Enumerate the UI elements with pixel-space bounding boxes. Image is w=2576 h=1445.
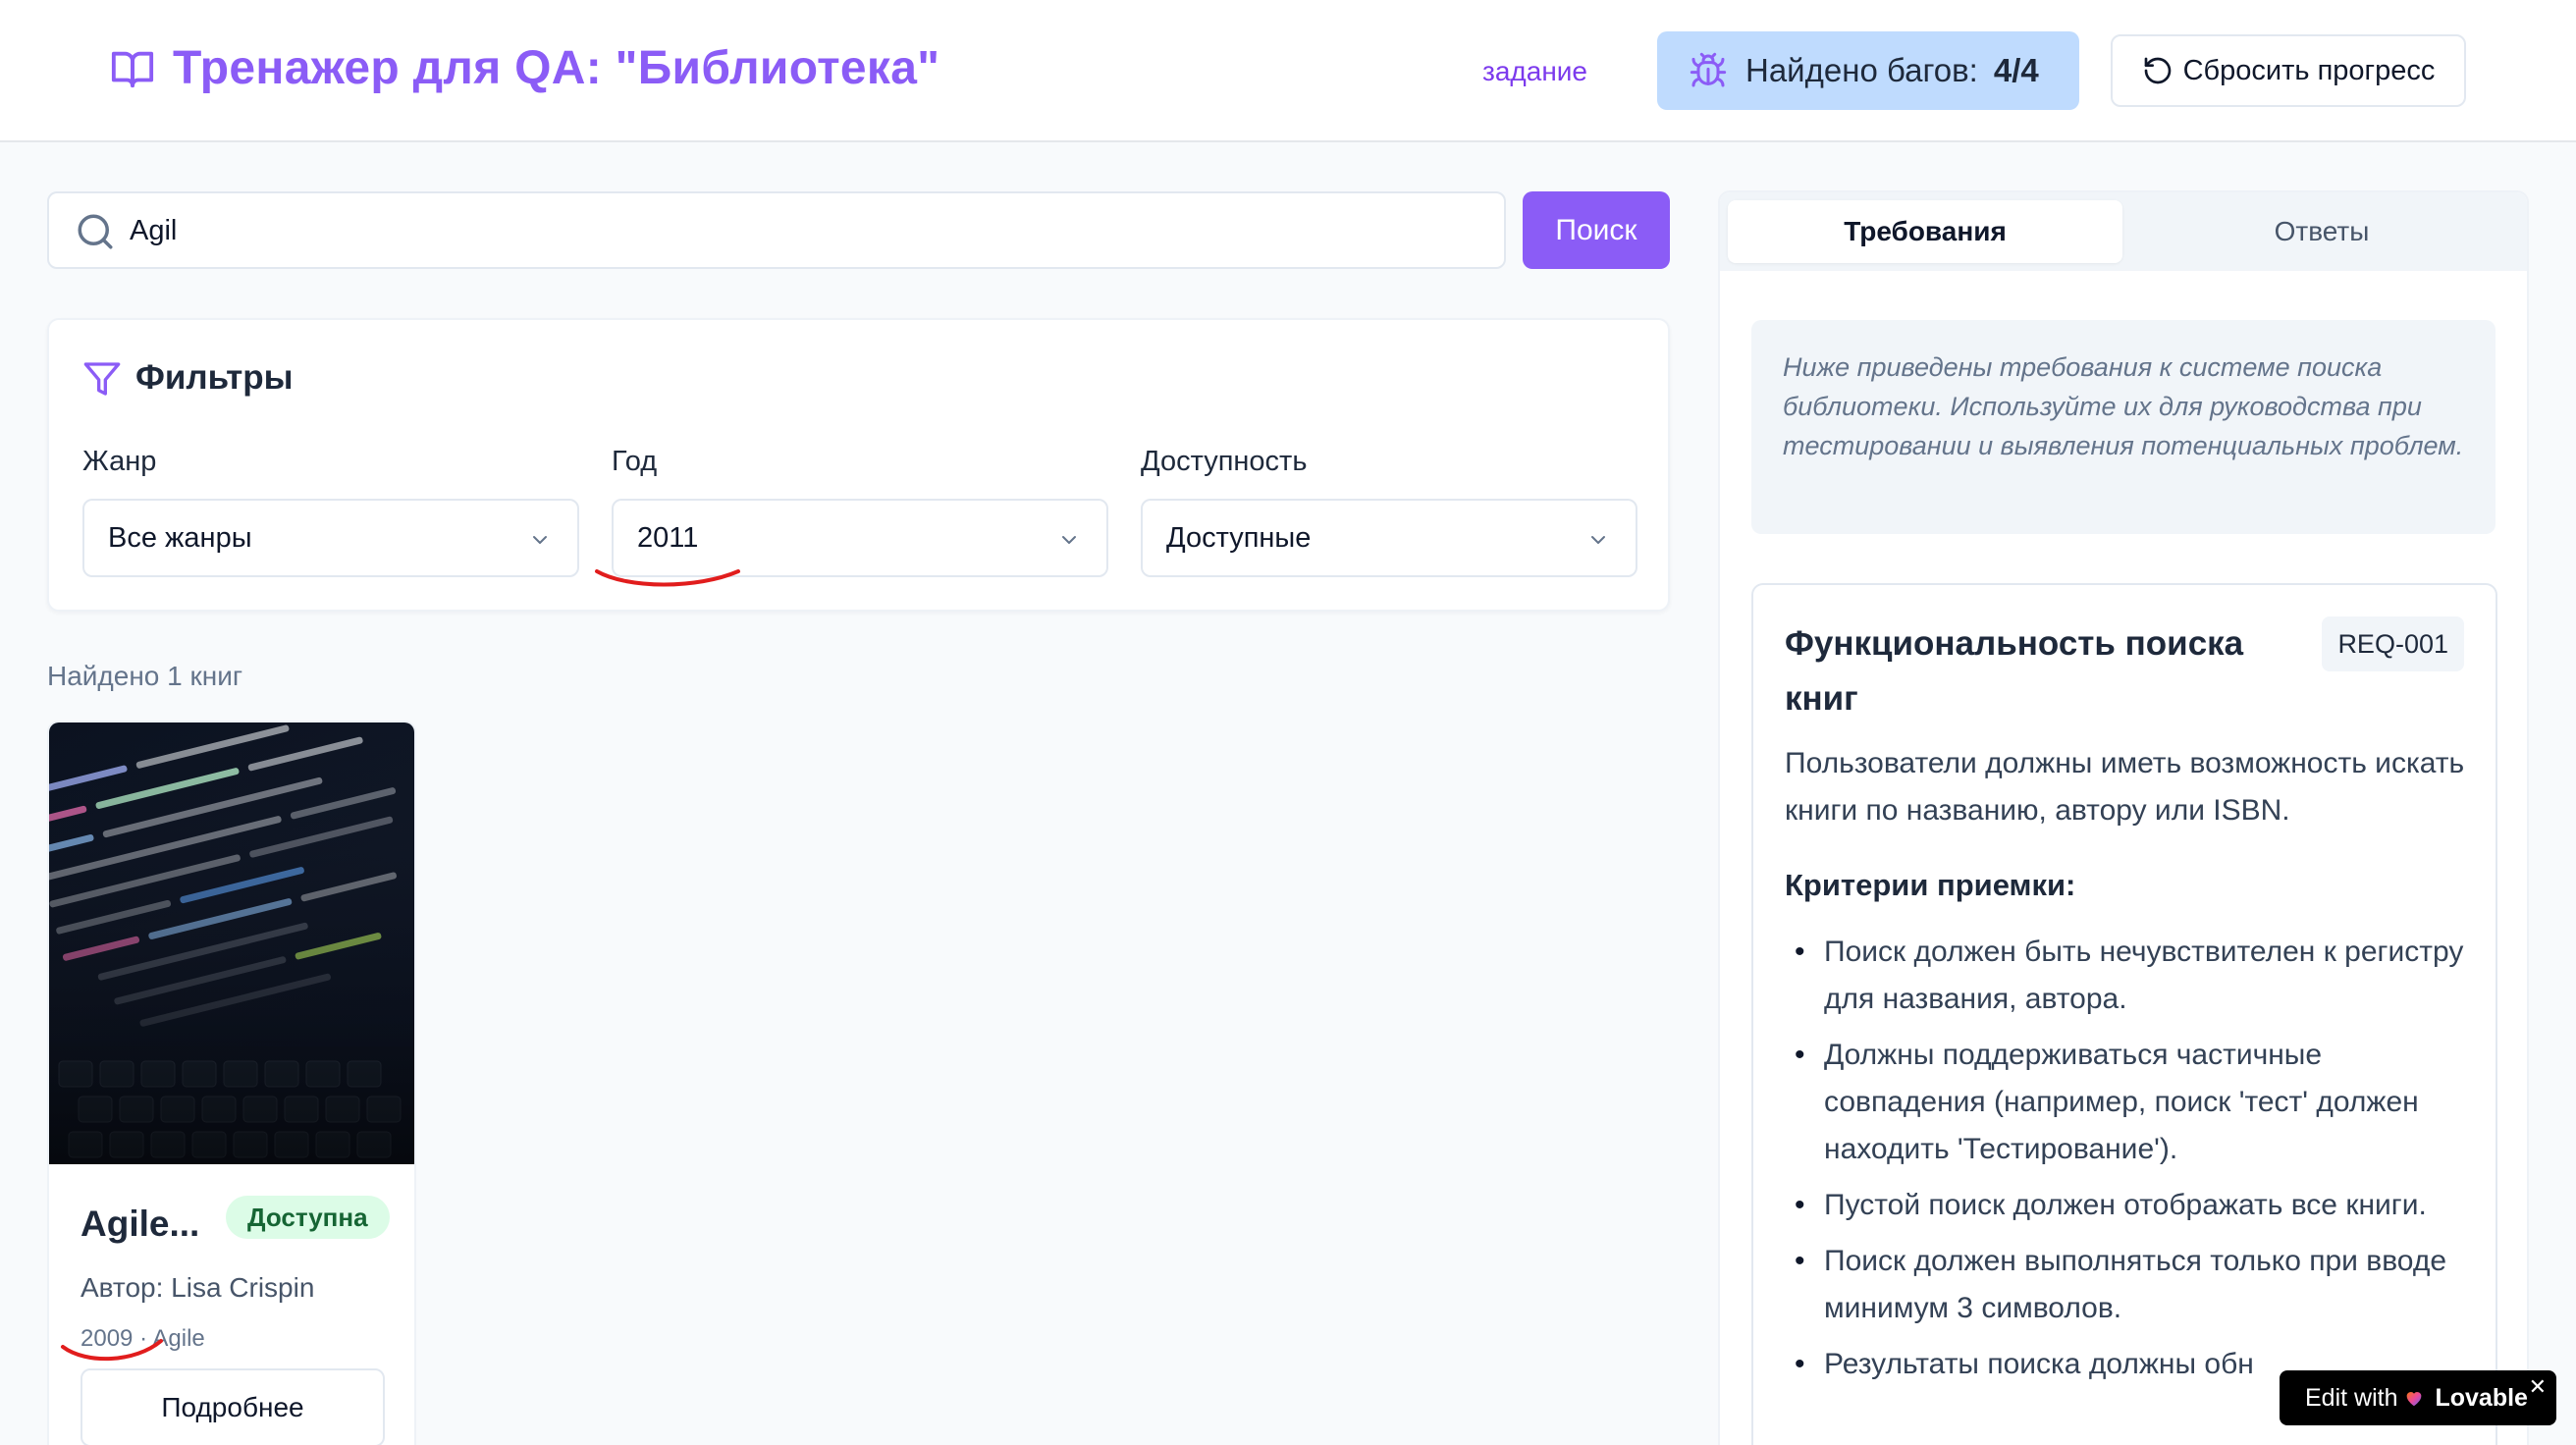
lovable-prefix: Edit with <box>2305 1383 2398 1412</box>
filters-panel: Фильтры Жанр Все жанры Год 2011 Доступно… <box>47 318 1670 612</box>
annotation-underline-year <box>595 569 740 587</box>
tab-requirements[interactable]: Требования <box>1728 200 2122 263</box>
search-value: Agil <box>130 215 178 246</box>
close-icon[interactable]: ✕ <box>2529 1374 2547 1400</box>
criteria-item: Поиск должен быть нечувствителен к регис… <box>1785 929 2472 1023</box>
requirement-id-badge: REQ-001 <box>2322 616 2464 671</box>
criteria-heading: Критерии приемки: <box>1785 868 2076 902</box>
criteria-item: Пустой поиск должен отображать все книги… <box>1785 1182 2472 1229</box>
book-open-icon <box>111 51 154 88</box>
book-title: Agile... <box>80 1204 200 1244</box>
task-link[interactable]: задание <box>1482 56 1587 87</box>
requirements-intro: Ниже приведены требования к системе поис… <box>1751 320 2496 534</box>
rotate-ccw-icon <box>2144 57 2171 84</box>
genre-label: Жанр <box>82 446 157 477</box>
bugs-found-counter: Найдено багов: 4/4 <box>1657 31 2079 110</box>
edit-with-lovable-badge[interactable]: Edit with Lovable ✕ <box>2280 1370 2556 1425</box>
chevron-down-icon <box>1062 536 1076 544</box>
availability-select[interactable]: Доступные <box>1141 499 1637 577</box>
code-screen-illustration <box>49 722 414 1164</box>
genre-value: Все жанры <box>108 522 252 554</box>
filters-title: Фильтры <box>135 358 294 397</box>
book-cover-image <box>49 722 414 1164</box>
year-label: Год <box>612 446 658 477</box>
criteria-item: Поиск должен выполняться только при ввод… <box>1785 1238 2472 1332</box>
reset-progress-button[interactable]: Сбросить прогресс <box>2111 34 2466 107</box>
bug-icon <box>1690 52 1727 87</box>
lovable-brand: Lovable <box>2435 1383 2528 1412</box>
panel-tabs: Требования Ответы <box>1720 192 2527 271</box>
lovable-heart-icon <box>2407 1392 2422 1407</box>
criteria-item: Должны поддерживаться частичные совпаден… <box>1785 1032 2472 1173</box>
annotation-underline-book-year <box>61 1339 163 1362</box>
book-author: Автор: Lisa Crispin <box>80 1272 315 1303</box>
requirements-panel: Требования Ответы Ниже приведены требова… <box>1718 190 2529 1445</box>
bugs-count: 4/4 <box>1993 52 2039 88</box>
details-button[interactable]: Подробнее <box>80 1368 385 1445</box>
requirement-description: Пользователи должны иметь возможность ис… <box>1785 747 2465 827</box>
availability-label: Доступность <box>1141 446 1308 477</box>
bugs-label: Найдено багов: <box>1745 52 1978 88</box>
requirement-title: Функциональность поиска книг <box>1785 624 2244 718</box>
app-title: Тренажер для QA: "Библиотека" <box>173 42 940 94</box>
chevron-down-icon <box>1591 536 1605 544</box>
tab-answers[interactable]: Ответы <box>2124 200 2519 263</box>
year-value: 2011 <box>637 522 699 554</box>
search-icon <box>78 214 113 249</box>
app-header: Тренажер для QA: "Библиотека" задание На… <box>0 0 2576 142</box>
search-input[interactable]: Agil <box>47 191 1506 269</box>
requirement-card: Функциональность поиска книг REQ-001 Пол… <box>1751 583 2497 1445</box>
genre-select[interactable]: Все жанры <box>82 499 579 577</box>
criteria-list: Поиск должен быть нечувствителен к регис… <box>1785 929 2472 1397</box>
reset-label: Сбросить прогресс <box>2182 54 2436 86</box>
availability-value: Доступные <box>1166 522 1312 554</box>
search-button[interactable]: Поиск <box>1523 191 1670 269</box>
results-count: Найдено 1 книг <box>47 661 243 691</box>
filter-icon <box>83 362 121 396</box>
availability-badge: Доступна <box>226 1196 390 1239</box>
chevron-down-icon <box>533 536 547 544</box>
